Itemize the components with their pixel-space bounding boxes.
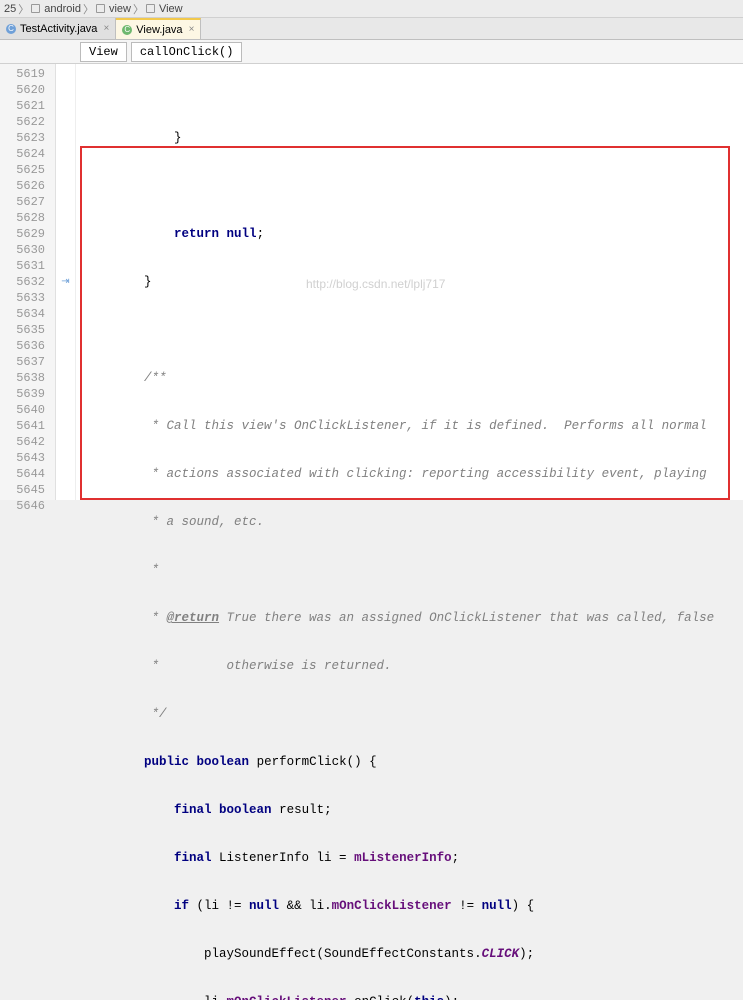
code-area[interactable]: http://blog.csdn.net/lplj717 } return nu…: [76, 64, 743, 500]
chevron-right-icon: 〉: [83, 1, 94, 17]
tab-label: View.java: [136, 24, 182, 36]
tab-testactivity[interactable]: C TestActivity.java ×: [0, 18, 116, 39]
nav-class[interactable]: View: [80, 42, 127, 62]
code-line: * Call this view's OnClickListener, if i…: [76, 418, 743, 434]
tab-label: TestActivity.java: [20, 23, 97, 35]
code-line: [76, 322, 743, 338]
breadcrumb-item[interactable]: android: [44, 3, 81, 15]
code-line: public boolean performClick() {: [76, 754, 743, 770]
code-line: li.mOnClickListener.onClick(this);: [76, 994, 743, 1000]
java-class-icon: C: [122, 25, 132, 35]
code-line: final boolean result;: [76, 802, 743, 818]
code-line: * otherwise is returned.: [76, 658, 743, 674]
tab-view[interactable]: C View.java ×: [116, 18, 201, 39]
code-line: */: [76, 706, 743, 722]
nav-member[interactable]: callOnClick(): [131, 42, 243, 62]
member-nav: View callOnClick(): [0, 40, 743, 64]
close-icon[interactable]: ×: [189, 24, 195, 35]
code-line: * actions associated with clicking: repo…: [76, 466, 743, 482]
code-line: }: [76, 274, 743, 290]
breadcrumb: 25 〉 android 〉 view 〉 View: [0, 0, 743, 18]
chevron-right-icon: 〉: [18, 1, 29, 17]
code-line: }: [76, 130, 743, 146]
breadcrumb-item[interactable]: View: [159, 3, 183, 15]
editor-tabs: C TestActivity.java × C View.java ×: [0, 18, 743, 40]
folder-icon: [31, 4, 40, 13]
folder-icon: [96, 4, 105, 13]
code-line: if (li != null && li.mOnClickListener !=…: [76, 898, 743, 914]
close-icon[interactable]: ×: [103, 23, 109, 34]
code-line: [76, 178, 743, 194]
code-line: playSoundEffect(SoundEffectConstants.CLI…: [76, 946, 743, 962]
code-line: *: [76, 562, 743, 578]
code-editor[interactable]: 5619562056215622562356245625562656275628…: [0, 64, 743, 500]
chevron-right-icon: 〉: [133, 1, 144, 17]
code-line: return null;: [76, 226, 743, 242]
code-line: * a sound, etc.: [76, 514, 743, 530]
class-icon: [146, 4, 155, 13]
java-class-icon: C: [6, 24, 16, 34]
code-line: * @return True there was an assigned OnC…: [76, 610, 743, 626]
code-line: /**: [76, 370, 743, 386]
breadcrumb-root[interactable]: 25: [4, 3, 16, 15]
line-number-gutter: 5619562056215622562356245625562656275628…: [0, 64, 56, 500]
marker-gutter: ⇥: [56, 64, 76, 500]
code-line: final ListenerInfo li = mListenerInfo;: [76, 850, 743, 866]
breadcrumb-item[interactable]: view: [109, 3, 131, 15]
